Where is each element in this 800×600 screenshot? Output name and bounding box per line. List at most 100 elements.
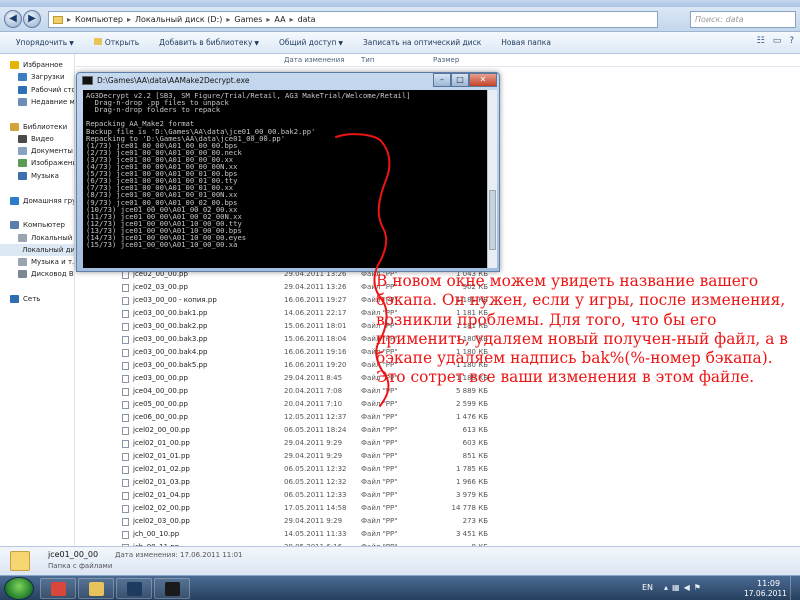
star-icon [10,61,19,69]
file-size: 273 КБ [462,517,488,525]
volume-icon[interactable]: ◀ [684,583,694,592]
sidebar-item[interactable]: Видео [0,133,54,145]
file-row[interactable]: jcel02_00_00.pp 06.05.2011 18:24 Файл "PP"… [76,424,800,437]
column-type[interactable]: Тип [361,56,374,64]
file-date: 20.04.2011 7:08 [284,387,343,395]
back-button[interactable]: ◀ [4,10,22,28]
share-label: Общий доступ [279,38,337,47]
taskbar-app-button[interactable] [78,578,114,599]
file-icon [122,388,129,396]
column-date[interactable]: Дата изменения [284,56,344,64]
file-row[interactable]: jch_00_10.pp 14.05.2011 11:33 Файл "PP" 3 4… [76,528,800,541]
file-row[interactable]: jce06_00_00.pp 12.05.2011 12:37 Файл "PP" 1… [76,411,800,424]
bd-drive-icon [18,270,27,278]
file-icon [122,362,129,370]
file-icon [122,492,129,500]
open-button[interactable]: Открыть [84,38,149,47]
file-type: Файл "PP" [361,413,398,421]
forward-button[interactable]: ▶ [23,10,41,28]
sidebar-item[interactable]: Локальный ди [0,232,74,244]
sidebar-item-label: Рабочий стол [31,86,74,94]
file-row[interactable]: jce05_00_00.pp 20.04.2011 7:10 Файл "PP" 2 … [76,398,800,411]
help-icon[interactable]: ? [789,36,794,46]
sidebar-item-label: Компьютер [23,221,65,229]
file-row[interactable]: jcel02_01_00.pp 29.04.2011 9:29 Файл "PP" 6… [76,437,800,450]
search-input[interactable]: Поиск: data [690,11,796,28]
preview-pane-icon[interactable]: ▭ [773,36,782,46]
start-button[interactable] [4,577,34,600]
sidebar-item[interactable]: Музыка [0,170,59,182]
sidebar-item[interactable]: Музыка и т.п [0,256,74,268]
folder-icon [10,551,30,571]
file-row[interactable]: jcel02_02_00.pp 17.05.2011 14:58 Файл "PP"… [76,502,800,515]
breadcrumb-disk-d[interactable]: Локальный диск (D:) [135,15,222,24]
file-row[interactable]: jcel02_03_00.pp 29.04.2011 9:29 Файл "PP" 2… [76,515,800,528]
add-to-library-button[interactable]: Добавить в библиотеку ▼ [149,38,269,47]
language-indicator[interactable]: EN [642,583,653,592]
column-header: Дата изменения Тип Размер [76,54,800,67]
file-date: 14.05.2011 11:33 [284,530,347,538]
breadcrumb-aa[interactable]: AA [274,15,285,24]
sidebar-item[interactable]: Документы [0,145,73,157]
burn-button[interactable]: Записать на оптический диск [353,38,491,47]
file-icon [122,271,129,279]
breadcrumb-games[interactable]: Games [234,15,262,24]
view-options-icon[interactable]: ☷ [757,36,765,46]
folder-icon [53,15,63,24]
column-size[interactable]: Размер [433,56,459,64]
details-pane: jce01_00_00 Дата изменения: 17.06.2011 1… [0,546,800,575]
clock-time[interactable]: 11:09 [757,579,780,588]
console-window[interactable]: D:\Games\AA\data\AAMake2Decrypt.exe – □ … [76,72,500,272]
close-button[interactable]: ✕ [469,73,497,87]
console-scrollbar[interactable] [487,90,497,268]
breadcrumb-computer[interactable]: Компьютер [75,15,123,24]
file-icon [122,297,129,305]
tray-arrow-icon[interactable]: ▴ [664,583,672,592]
file-row[interactable]: jcel02_01_03.pp 06.05.2011 12:32 Файл "PP"… [76,476,800,489]
taskbar-app-button[interactable] [116,578,152,599]
disk-icon [18,258,27,266]
file-type: Файл "PP" [361,426,398,434]
forward-arrow-icon: ▶ [28,13,36,24]
network-tray-icon[interactable]: ▦ [672,583,684,592]
disk-icon [18,234,27,242]
file-row[interactable]: jcel02_01_02.pp 06.05.2011 12:32 Файл "PP"… [76,463,800,476]
sidebar-item[interactable]: Рабочий стол [0,84,74,96]
file-row[interactable]: jcel02_01_01.pp 29.04.2011 9:29 Файл "PP" 8… [76,450,800,463]
breadcrumb-data[interactable]: data [298,15,316,24]
flag-icon[interactable]: ⚑ [694,583,705,592]
sidebar-item[interactable]: Локальный ди [0,244,74,256]
sidebar-item[interactable]: Дисковод BD- [0,268,74,280]
file-date: 16.06.2011 19:20 [284,361,347,369]
show-desktop-button[interactable] [790,576,800,600]
maximize-button[interactable]: □ [451,73,469,87]
explorer-icon [89,582,104,596]
new-folder-button[interactable]: Новая папка [491,38,561,47]
clock-date[interactable]: 17.06.2011 [744,589,787,598]
file-icon [122,310,129,318]
file-name: jce03_00_00.bak3.pp [133,335,208,343]
sidebar-item[interactable]: Избранное [0,59,63,71]
taskbar-app-button[interactable] [40,578,76,599]
sidebar-item[interactable]: Изображения [0,157,74,169]
sidebar-item[interactable]: Сеть [0,293,40,305]
console-scrollbar-thumb[interactable] [489,190,496,250]
maximize-icon: □ [456,75,464,84]
sidebar-item[interactable]: Загрузки [0,71,65,83]
address-bar[interactable]: ▸ Компьютер ▸ Локальный диск (D:) ▸ Game… [48,11,658,28]
desktop-icon [18,86,27,94]
selected-item-name: jce01_00_00 [48,550,99,559]
organize-button[interactable]: Упорядочить ▼ [6,38,84,47]
file-size: 1 966 КБ [455,478,488,486]
minimize-button[interactable]: – [433,73,451,87]
share-button[interactable]: Общий доступ ▼ [269,38,353,47]
music-icon [18,172,27,180]
sidebar-item[interactable]: Библиотеки [0,121,67,133]
sidebar-item[interactable]: Компьютер [0,219,65,231]
sidebar-item[interactable]: Домашняя группа [0,195,74,207]
file-date: 29.04.2011 13:26 [284,283,347,291]
file-name: jce03_00_00.pp [133,374,188,382]
file-row[interactable]: jcel02_01_04.pp 06.05.2011 12:33 Файл "PP"… [76,489,800,502]
sidebar-item[interactable]: Недавние места [0,96,74,108]
taskbar-app-button[interactable] [154,578,190,599]
